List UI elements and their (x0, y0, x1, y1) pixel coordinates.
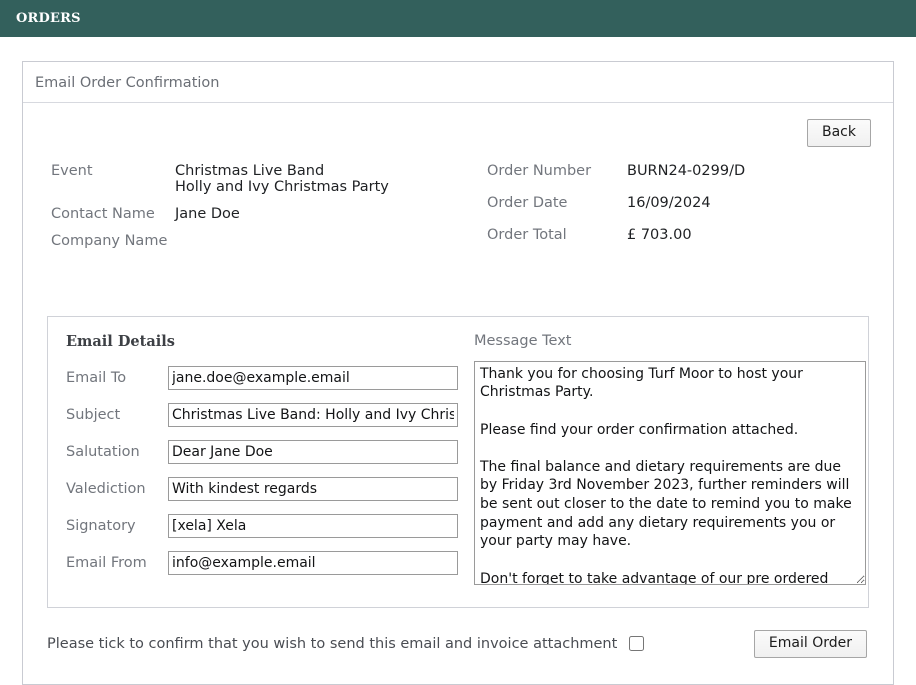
field-row-salutation: Salutation (66, 439, 458, 464)
summary-value-contact-name: Jane Doe (175, 205, 240, 222)
back-button-row: Back (37, 119, 879, 147)
app-title: ORDERS (16, 11, 81, 26)
summary-spacer (37, 260, 879, 300)
salutation-input[interactable] (168, 439, 458, 464)
field-label-signatory: Signatory (66, 517, 136, 534)
email-from-input[interactable] (168, 550, 458, 575)
summary-row-contact-name: Contact Name Jane Doe (51, 206, 487, 233)
field-row-email-to: Email To (66, 365, 458, 390)
field-label-valediction: Valediction (66, 480, 146, 497)
summary-row-company-name: Company Name (51, 233, 487, 260)
confirm-text: Please tick to confirm that you wish to … (47, 635, 618, 652)
summary-row-event: Event Christmas Live Band Holly and Ivy … (51, 163, 487, 206)
field-label-salutation: Salutation (66, 443, 140, 460)
email-order-button[interactable]: Email Order (753, 629, 867, 658)
summary-left-column: Event Christmas Live Band Holly and Ivy … (51, 163, 487, 260)
summary-label: Order Total (487, 227, 567, 244)
field-row-valediction: Valediction (66, 476, 458, 501)
message-text-label: Message Text (474, 332, 572, 349)
email-details-fieldset: Email Details Email To Subject Salutatio… (47, 315, 869, 608)
valediction-input[interactable] (168, 476, 458, 501)
summary-row-order-total: Order Total £ 703.00 (487, 227, 745, 259)
summary-row-order-number: Order Number BURN24-0299/D (487, 163, 745, 195)
subject-input[interactable] (168, 402, 458, 427)
field-label-email-from: Email From (66, 554, 147, 571)
field-row-email-from: Email From (66, 550, 458, 575)
summary-label: Contact Name (51, 205, 155, 222)
email-to-input[interactable] (168, 365, 458, 390)
field-label-email-to: Email To (66, 369, 127, 386)
email-details-fields: Email Details Email To Subject Salutatio… (66, 333, 458, 589)
summary-value-order-total: £ 703.00 (627, 227, 692, 244)
panel-header: Email Order Confirmation (23, 62, 893, 103)
summary-label: Event (51, 162, 93, 179)
signatory-input[interactable] (168, 513, 458, 538)
summary-right-column: Order Number BURN24-0299/D Order Date 16… (487, 163, 745, 260)
order-summary: Event Christmas Live Band Holly and Ivy … (37, 147, 879, 260)
footer-row: Please tick to confirm that you wish to … (37, 608, 879, 668)
back-button[interactable]: Back (807, 119, 871, 147)
app-header: ORDERS (0, 0, 916, 37)
field-row-signatory: Signatory (66, 513, 458, 538)
page-title: Email Order Confirmation (35, 75, 220, 91)
message-text-section: Message Text (458, 333, 866, 589)
summary-value-company-name (175, 233, 487, 260)
summary-label: Order Number (487, 162, 592, 179)
field-row-subject: Subject (66, 402, 458, 427)
confirm-checkbox[interactable] (629, 636, 645, 652)
summary-value-event: Christmas Live Band Holly and Ivy Christ… (175, 162, 389, 195)
email-details-title: Email Details (66, 332, 175, 350)
field-label-subject: Subject (66, 406, 121, 423)
panel-body: Back Event Christmas Live Band Holly and… (23, 103, 893, 684)
summary-row-order-date: Order Date 16/09/2024 (487, 195, 745, 227)
page-container: Email Order Confirmation Back Event Chri… (0, 37, 916, 685)
summary-label: Order Date (487, 195, 568, 212)
message-text-textarea[interactable] (474, 360, 866, 585)
order-confirmation-panel: Email Order Confirmation Back Event Chri… (22, 61, 894, 685)
summary-value-order-date: 16/09/2024 (627, 195, 711, 212)
summary-value-order-number: BURN24-0299/D (627, 162, 746, 179)
summary-label: Company Name (51, 232, 168, 249)
confirm-label: Please tick to confirm that you wish to … (47, 633, 647, 654)
